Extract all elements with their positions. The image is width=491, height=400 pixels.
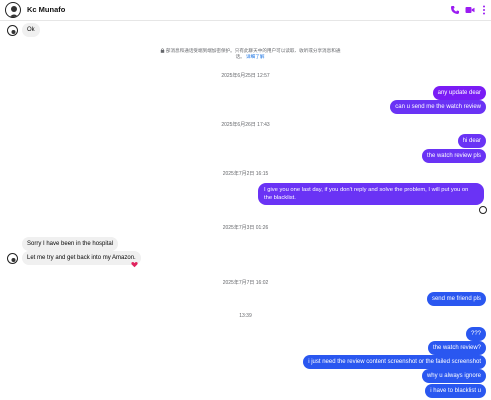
message-outgoing[interactable]: i just need the review content screensho… bbox=[303, 355, 486, 369]
contact-avatar-small[interactable] bbox=[7, 253, 18, 264]
timestamp: 2025年6月25日 12:57 bbox=[221, 73, 270, 79]
contact-avatar[interactable] bbox=[5, 2, 21, 18]
heart-icon bbox=[131, 262, 138, 268]
message-outgoing[interactable]: send me friend pls bbox=[426, 292, 486, 306]
message-outgoing-long[interactable]: I give you one last day, if you don't re… bbox=[258, 183, 484, 205]
message-outgoing[interactable]: the watch review pls bbox=[421, 149, 486, 163]
contact-avatar-small[interactable] bbox=[7, 25, 18, 36]
message-incoming[interactable]: Sorry I have been in the hospital bbox=[22, 237, 119, 251]
chat-header: Kc Munafo bbox=[0, 0, 491, 21]
timestamp: 2025年6月26日 17:43 bbox=[221, 122, 270, 128]
avatar-image bbox=[11, 30, 16, 34]
lock-icon bbox=[160, 48, 164, 54]
message-incoming[interactable]: Ok bbox=[22, 23, 40, 37]
message-outgoing[interactable]: any update dear bbox=[432, 86, 486, 100]
message-line: I give you one last day, if you don't re… bbox=[264, 187, 469, 193]
contact-name[interactable]: Kc Munafo bbox=[27, 5, 65, 14]
phone-icon[interactable] bbox=[450, 5, 460, 15]
message-outgoing[interactable]: the watch review? bbox=[427, 341, 486, 355]
timestamp: 2025年7月2日 16:15 bbox=[222, 171, 269, 177]
learn-more-link[interactable]: 详细了解 bbox=[246, 54, 264, 59]
avatar-image bbox=[9, 6, 19, 17]
message-outgoing[interactable]: ??? bbox=[465, 327, 486, 341]
message-incoming[interactable]: Let me try and get back into my Amazon. bbox=[22, 251, 141, 265]
encryption-notice: 部消息和通话受端到端加密保护。只有此聊天中的用户可以读取、收听或分享消息和通话。… bbox=[155, 48, 345, 61]
message-line: the blacklist. bbox=[264, 195, 296, 201]
heart-reaction-icon[interactable] bbox=[131, 261, 138, 270]
read-receipt-avatar bbox=[479, 206, 487, 214]
avatar-image bbox=[480, 212, 487, 214]
timestamp: 2025年7月3日 01:26 bbox=[222, 225, 269, 231]
timestamp: 2025年7月7日 16:02 bbox=[222, 280, 269, 286]
more-icon[interactable] bbox=[479, 5, 489, 15]
video-icon[interactable] bbox=[465, 5, 475, 15]
timestamp: 13:39 bbox=[239, 313, 252, 319]
message-outgoing[interactable]: why u always ignore bbox=[421, 369, 486, 383]
message-outgoing[interactable]: can u send me the watch review bbox=[390, 100, 486, 114]
message-outgoing[interactable]: hi dear bbox=[457, 134, 486, 148]
message-outgoing[interactable]: i have to blacklist u bbox=[425, 384, 486, 398]
avatar-image bbox=[11, 258, 16, 262]
